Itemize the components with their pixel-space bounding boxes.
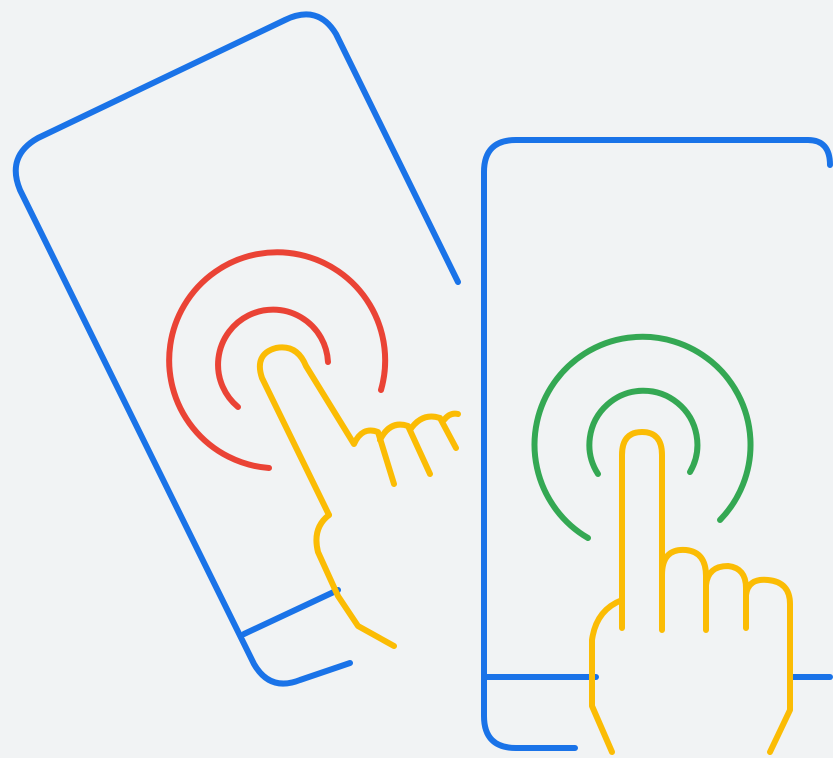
right-pointing-hand-icon	[589, 429, 793, 755]
left-tap-ripple-icon	[166, 249, 389, 471]
left-phone-outline	[12, 11, 461, 687]
left-pointing-hand-icon	[256, 344, 461, 649]
tap-illustration	[12, 11, 833, 755]
left-phone	[12, 11, 461, 687]
right-tap-ripple-icon	[531, 333, 754, 541]
left-phone-home-bar	[241, 587, 341, 637]
